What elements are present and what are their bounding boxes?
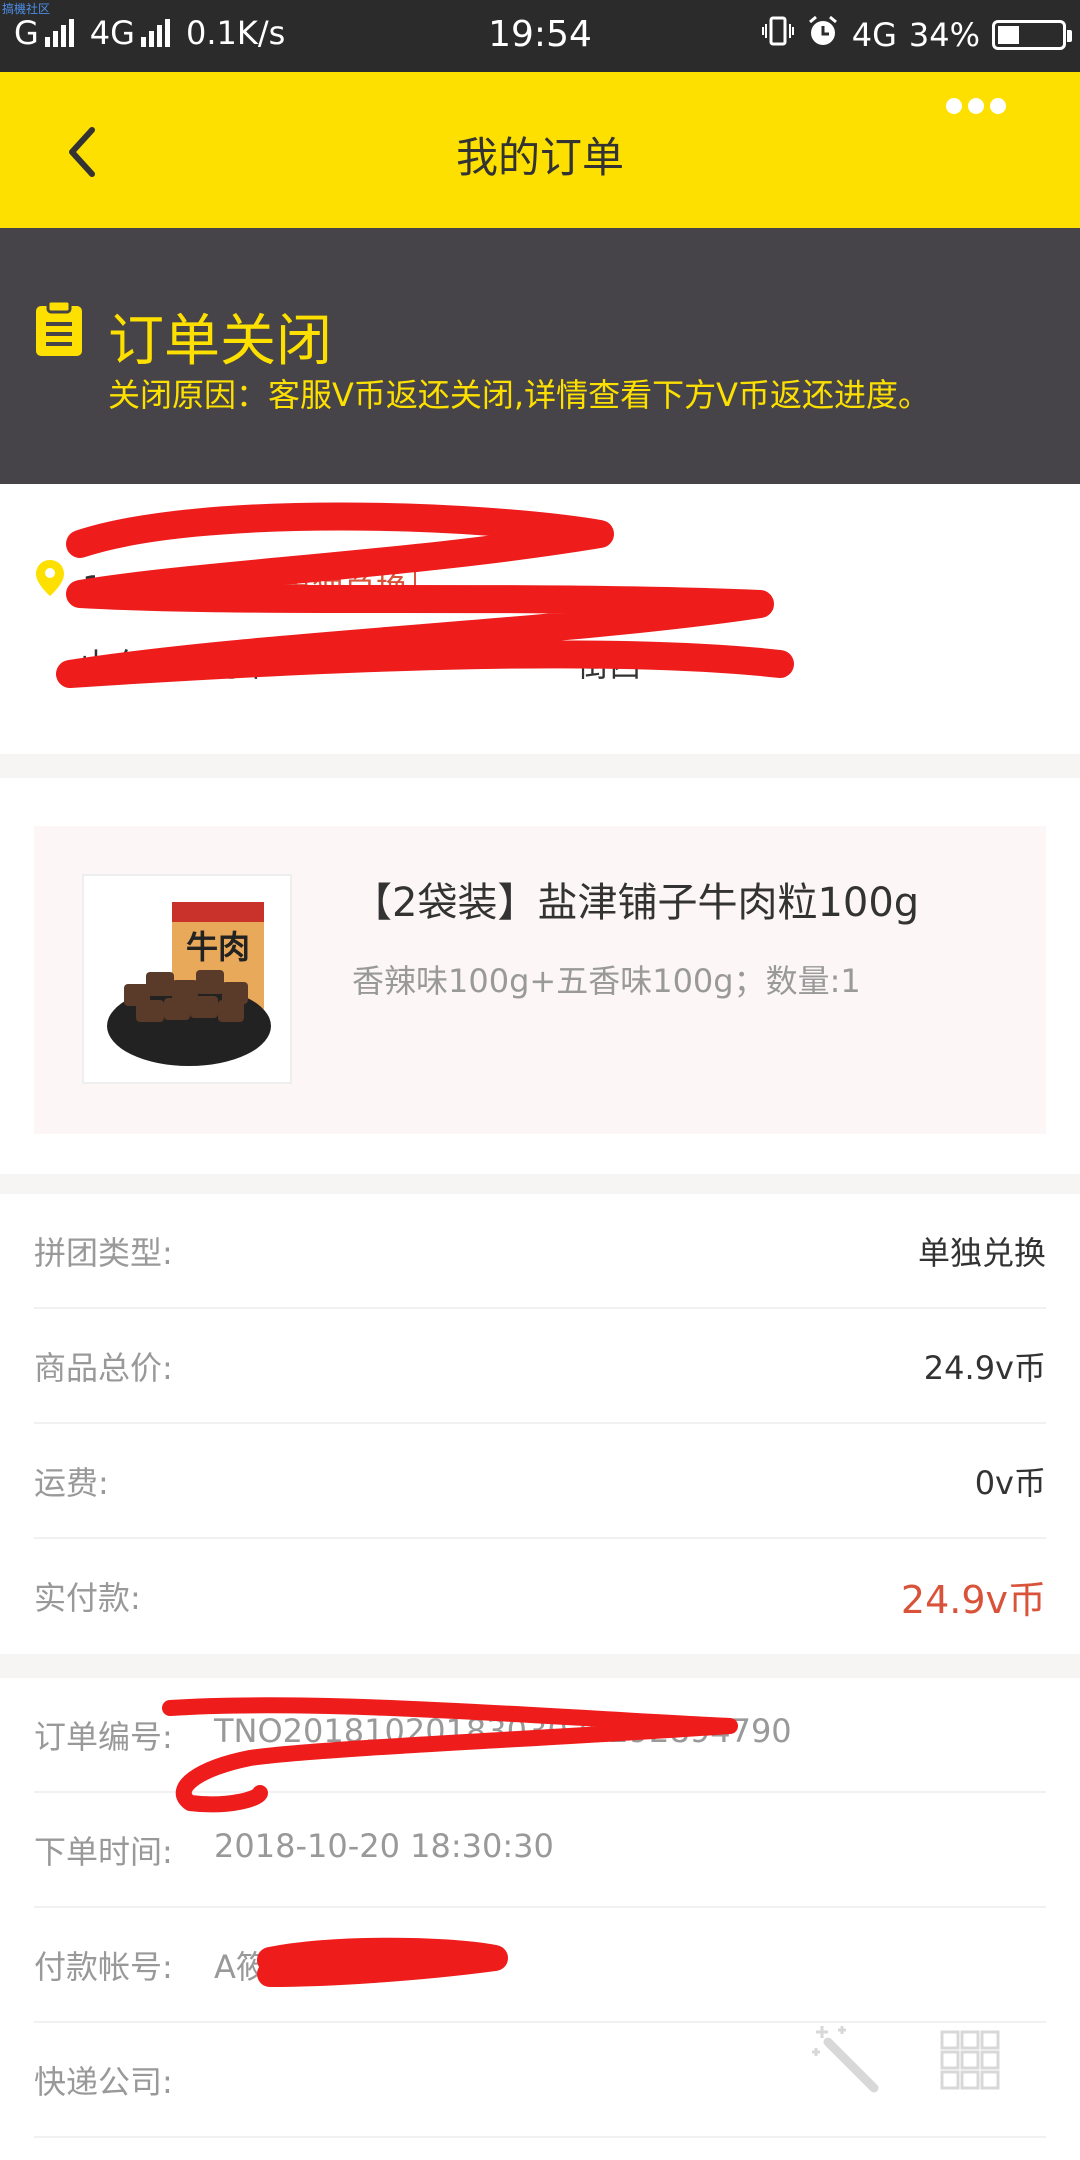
battery-percent: 34% (908, 16, 980, 54)
shipping-address[interactable]: 1·······9027 单独兑换 山东省潍坊市·················… (0, 484, 1080, 754)
pay-account-row: 付款帐号: A筱······xida (34, 1908, 1046, 2023)
more-dot (990, 98, 1006, 114)
order-time-label: 下单时间: (34, 1833, 173, 1871)
group-type-value: 单独兑换 (917, 1234, 1046, 1272)
order-number-row: 订单编号: TNO2018102018303039292894790 (34, 1678, 1046, 1793)
battery-level (998, 26, 1019, 44)
group-type-row: 拼团类型: 单独兑换 (34, 1194, 1046, 1309)
paid-amount-label: 实付款: (34, 1579, 141, 1617)
exchange-tag: 单独兑换 (271, 562, 416, 612)
group-type-label: 拼团类型: (34, 1234, 173, 1272)
paid-amount-row: 实付款: 24.9v币 (34, 1539, 1046, 1654)
product-name: 【2袋装】盐津铺子牛肉粒100g (352, 880, 920, 926)
section-gap (0, 1654, 1080, 1678)
total-price-label: 商品总价: (34, 1349, 173, 1387)
order-status-title: 订单关闭 (108, 309, 332, 374)
order-number-label: 订单编号: (34, 1718, 173, 1756)
status-right: 4G 34% (761, 14, 1072, 56)
more-dots-icon (946, 98, 962, 114)
location-pin-icon (36, 560, 64, 596)
product-card[interactable]: 牛肉 【2袋装】盐津铺子牛肉粒100g 香辣味100g+五香味100g；数量:1 (34, 826, 1046, 1134)
pay-account-label: 付款帐号: (34, 1948, 173, 1986)
order-time-value: 2018-10-20 18:30:30 (214, 1827, 554, 1865)
network-type: 4G (851, 16, 897, 54)
battery-icon (992, 20, 1072, 50)
shipping-fee-label: 运费: (34, 1464, 109, 1502)
order-time-row: 下单时间: 2018-10-20 18:30:30 (34, 1793, 1046, 1908)
product-thumbnail: 牛肉 (82, 874, 292, 1084)
recipient-phone: 1·······9027 (82, 569, 266, 609)
grid-icon (940, 2030, 1000, 2090)
order-number-value: TNO2018102018303039292894790 (214, 1712, 792, 1750)
order-info: 订单编号: TNO2018102018303039292894790 下单时间:… (0, 1678, 1080, 2160)
alarm-icon (806, 14, 840, 56)
status-bar: 搞機社区 G 4G 0.1K/s 19:54 4G 34% (0, 0, 1080, 72)
magic-wand-button[interactable] (808, 2022, 880, 2098)
courier-row: 快递公司: (34, 2023, 1046, 2138)
section-gap (0, 754, 1080, 778)
product-spec: 香辣味100g+五香味100g；数量:1 (352, 962, 861, 1000)
total-price-value: 24.9v币 (923, 1349, 1046, 1387)
magic-wand-icon (812, 2026, 879, 2093)
price-summary: 拼团类型: 单独兑换 商品总价: 24.9v币 运费: 0v币 实付款: 24.… (0, 1194, 1080, 1654)
address-detail: 山东省潍坊市······························街西 (80, 646, 642, 684)
product-package-text: 牛肉 (186, 928, 250, 966)
order-status-banner: 订单关闭 关闭原因：客服V币返还关闭,详情查看下方V币返还进度。 (0, 228, 1080, 484)
paid-amount-value: 24.9v币 (900, 1578, 1046, 1622)
product-section: 牛肉 【2袋装】盐津铺子牛肉粒100g 香辣味100g+五香味100g；数量:1 (0, 778, 1080, 1174)
redaction-scribble (56, 502, 794, 688)
courier-label: 快递公司: (34, 2063, 173, 2101)
grid-button[interactable] (940, 2030, 1000, 2094)
shipping-fee-row: 运费: 0v币 (34, 1424, 1046, 1539)
more-button[interactable] (946, 98, 1006, 114)
total-price-row: 商品总价: 24.9v币 (34, 1309, 1046, 1424)
recipient-name-phone: 1·······9027 单独兑换 (82, 562, 416, 612)
app-header: 我的订单 (0, 72, 1080, 228)
clipboard-icon (34, 299, 84, 358)
vibrate-icon (761, 15, 794, 55)
order-close-reason: 关闭原因：客服V币返还关闭,详情查看下方V币返还进度。 (108, 376, 930, 414)
page-title: 我的订单 (455, 133, 624, 182)
more-dot (968, 98, 984, 114)
pay-account-value: A筱······xida (214, 1948, 397, 1986)
shipping-fee-value: 0v币 (974, 1464, 1046, 1502)
